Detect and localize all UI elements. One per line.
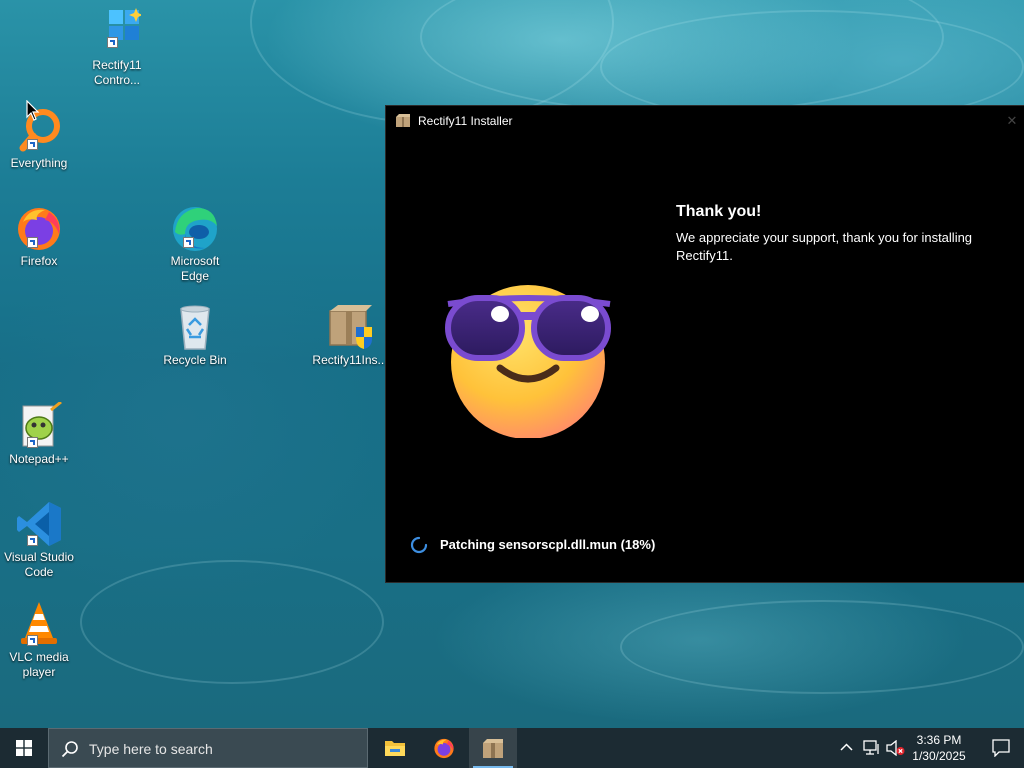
- desktop-icon-label: Visual Studio Code: [4, 550, 74, 579]
- action-center-button[interactable]: [978, 728, 1024, 768]
- vlc-icon: [15, 600, 63, 648]
- thank-you-heading: Thank you!: [676, 203, 762, 220]
- desktop-icon-label: Everything: [10, 156, 68, 170]
- desktop-icon-recycle-bin[interactable]: Recycle Bin: [157, 303, 233, 368]
- network-tray-button[interactable]: [860, 728, 882, 768]
- show-hidden-icons-button[interactable]: [836, 728, 856, 768]
- desktop-icon-label: VLC media player: [9, 650, 69, 679]
- taskbar-clock[interactable]: 3:36 PM 1/30/2025: [900, 732, 978, 764]
- sunglasses-emoji-icon: [445, 285, 611, 438]
- desktop-icon-label: Firefox: [20, 254, 58, 268]
- shortcut-arrow-icon: [183, 237, 194, 248]
- desktop-icon-label: Microsoft Edge: [170, 254, 220, 283]
- desktop-icon-label: Notepad++: [9, 452, 69, 466]
- taskbar-rectify11-installer[interactable]: [469, 728, 517, 768]
- firefox-icon: [434, 738, 454, 759]
- title-bar[interactable]: Rectify11 Installer ✕: [386, 106, 1024, 136]
- window-title: Rectify11 Installer: [418, 114, 513, 128]
- installer-window: Rectify11 Installer ✕ Thank you! We appr…: [386, 106, 1024, 582]
- network-icon: [863, 740, 879, 755]
- mouse-cursor-icon: [26, 100, 40, 121]
- recycle-bin-icon: [171, 303, 219, 351]
- rectify11-control-icon: [93, 8, 143, 56]
- shortcut-arrow-icon: [27, 139, 38, 150]
- shortcut-arrow-icon: [27, 237, 38, 248]
- thank-you-message: We appreciate your support, thank you fo…: [676, 230, 973, 263]
- file-explorer-icon: [385, 741, 405, 756]
- loading-spinner-icon: [410, 536, 428, 554]
- desktop-icon-firefox[interactable]: Firefox: [1, 204, 77, 269]
- desktop-icon-label: Rectify11Ins...: [312, 353, 388, 367]
- rectify11-installer-icon: [396, 114, 410, 127]
- clock-date: 1/30/2025: [912, 749, 966, 763]
- chevron-up-icon: [840, 743, 853, 751]
- wallpaper-ripple: [80, 560, 384, 684]
- wallpaper-ripple: [620, 600, 1024, 694]
- close-button[interactable]: ✕: [1002, 112, 1022, 130]
- search-icon: [61, 741, 78, 758]
- rectify11-installer-icon: [483, 739, 503, 758]
- windows-logo-icon: [16, 740, 32, 756]
- edge-icon: [171, 204, 219, 252]
- desktop-icon-vscode[interactable]: Visual Studio Code: [1, 500, 77, 580]
- firefox-icon: [15, 204, 63, 252]
- desktop-icon-vlc[interactable]: VLC media player: [1, 600, 77, 680]
- clock-time: 3:36 PM: [916, 733, 962, 747]
- shortcut-arrow-icon: [27, 437, 38, 448]
- shortcut-arrow-icon: [107, 37, 118, 48]
- desktop-icon-rectify11-installer[interactable]: Rectify11Ins...: [312, 303, 388, 368]
- vscode-icon: [15, 500, 63, 548]
- desktop-icon-rectify11-control[interactable]: Rectify11 Contro...: [79, 8, 155, 88]
- taskbar-search-box[interactable]: Type here to search: [48, 728, 368, 768]
- desktop-icon-label: Recycle Bin: [163, 353, 227, 367]
- shortcut-arrow-icon: [27, 535, 38, 546]
- rectify11-installer-icon: [326, 303, 374, 351]
- taskbar-firefox[interactable]: [420, 728, 468, 768]
- progress-status-text: Patching sensorscpl.dll.mun (18%): [440, 537, 656, 552]
- start-button[interactable]: [0, 728, 48, 768]
- desktop-icon-edge[interactable]: Microsoft Edge: [157, 204, 233, 284]
- taskbar-file-explorer[interactable]: [371, 728, 419, 768]
- notepadpp-icon: [15, 400, 63, 450]
- taskbar: Type here to search 3:36 PM 1/30/2025: [0, 728, 1024, 768]
- desktop-icon-label: Rectify11 Contro...: [92, 58, 142, 87]
- desktop-icon-notepadpp[interactable]: Notepad++: [1, 400, 77, 467]
- search-placeholder: Type here to search: [89, 741, 213, 757]
- shortcut-arrow-icon: [27, 635, 38, 646]
- notification-icon: [992, 739, 1010, 757]
